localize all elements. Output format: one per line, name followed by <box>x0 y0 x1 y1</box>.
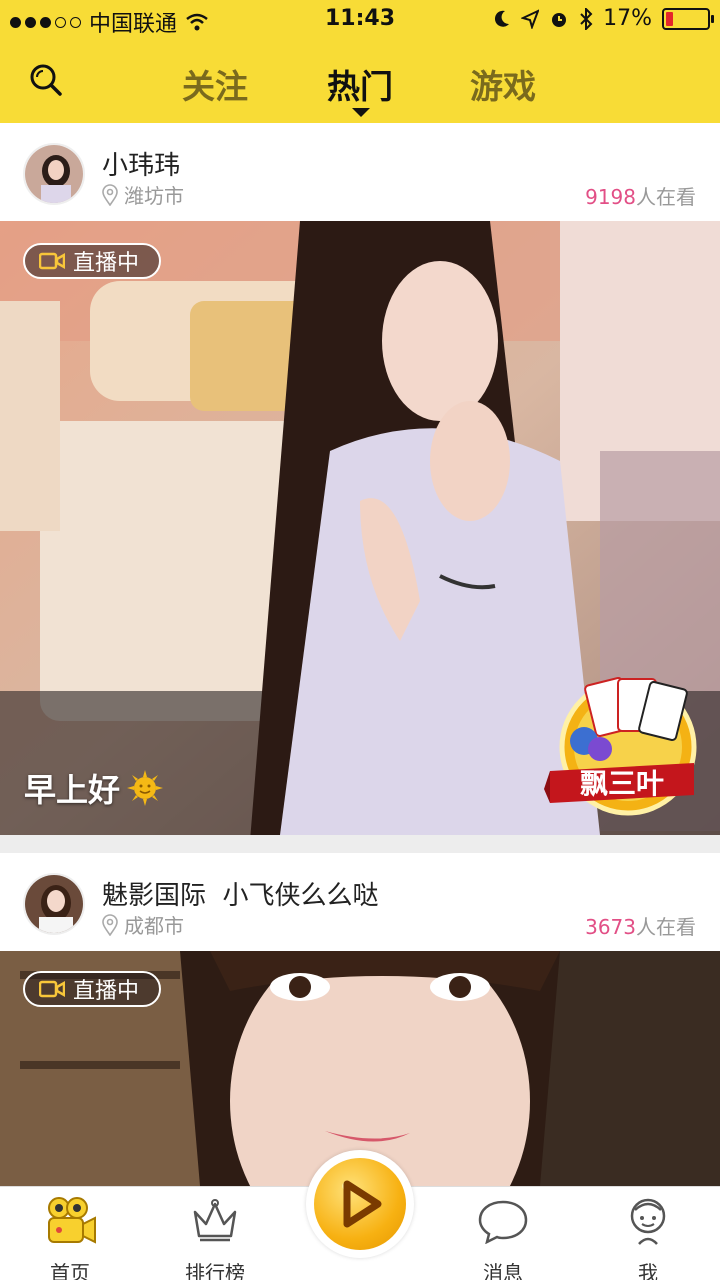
start-live-button[interactable] <box>306 1150 414 1258</box>
location-text: 成都市 <box>124 914 184 938</box>
viewer-count: 3673人在看 <box>585 911 696 940</box>
viewer-suffix: 人在看 <box>636 915 696 939</box>
game-badge-label: 飘三叶 <box>580 767 664 800</box>
location-text: 潍坊市 <box>124 184 184 208</box>
live-card[interactable]: 魅影国际 小飞侠么么哒 成都市 3673人在看 直播中 <box>0 853 720 1186</box>
tab-messages-label: 消息 <box>483 1261 523 1280</box>
top-bar: 中国联通 11:43 17% 关注 热门 游戏 <box>0 0 720 123</box>
game-badge[interactable]: 飘三叶 <box>544 671 704 821</box>
live-card[interactable]: 小玮玮 潍坊市 9198人在看 直播中 早上好 飘三叶 <box>0 123 720 835</box>
card-game-icon: 飘三叶 <box>544 677 697 816</box>
avatar[interactable] <box>23 873 85 935</box>
tab-ranking-label: 排行榜 <box>185 1261 245 1280</box>
alarm-icon <box>552 12 567 27</box>
video-camera-icon <box>39 980 65 998</box>
location-arrow-icon <box>521 8 540 29</box>
avatar[interactable] <box>23 143 85 205</box>
viewer-count: 9198人在看 <box>585 181 696 210</box>
tab-me[interactable]: 我 <box>588 1195 708 1280</box>
card-header: 魅影国际 小飞侠么么哒 成都市 3673人在看 <box>0 853 720 951</box>
tab-follow[interactable]: 关注 <box>160 60 270 108</box>
tab-ranking[interactable]: 排行榜 <box>155 1195 275 1280</box>
stream-caption: 早上好 <box>24 765 164 811</box>
status-bar: 中国联通 11:43 17% <box>0 0 720 40</box>
tab-home-label: 首页 <box>50 1261 90 1280</box>
sun-emoji-icon <box>127 770 164 806</box>
tab-me-label: 我 <box>638 1261 658 1280</box>
live-status-badge: 直播中 <box>23 971 162 1007</box>
viewer-number: 3673 <box>585 915 636 939</box>
stream-thumbnail[interactable]: 直播中 早上好 飘三叶 <box>0 221 720 835</box>
tab-messages[interactable]: 消息 <box>443 1195 563 1280</box>
location: 潍坊市 <box>102 180 184 209</box>
caption-text: 早上好 <box>24 771 121 809</box>
card-header: 小玮玮 潍坊市 9198人在看 <box>0 123 720 221</box>
top-nav: 关注 热门 游戏 <box>0 40 720 123</box>
location-pin-icon <box>102 183 118 206</box>
streamer-name[interactable]: 小玮玮 <box>102 145 180 182</box>
live-label: 直播中 <box>73 251 140 276</box>
tab-games[interactable]: 游戏 <box>448 60 558 108</box>
viewer-suffix: 人在看 <box>636 185 696 209</box>
live-status-badge: 直播中 <box>23 243 162 279</box>
camera-icon <box>48 1197 96 1244</box>
video-camera-icon <box>39 252 65 270</box>
person-icon <box>630 1198 666 1245</box>
active-tab-indicator <box>352 108 370 117</box>
tab-hot[interactable]: 热门 <box>305 60 415 108</box>
battery-level <box>666 11 673 26</box>
crown-icon <box>193 1199 237 1242</box>
battery-icon <box>662 7 714 30</box>
moon-icon <box>495 10 510 27</box>
tab-home[interactable]: 首页 <box>10 1195 130 1280</box>
battery-percent: 17% <box>603 6 652 31</box>
play-icon <box>342 1180 382 1228</box>
viewer-number: 9198 <box>585 185 636 209</box>
live-label: 直播中 <box>73 979 140 1004</box>
location: 成都市 <box>102 910 184 939</box>
bluetooth-icon <box>580 7 593 30</box>
chat-icon <box>478 1200 528 1244</box>
streamer-name[interactable]: 魅影国际 小飞侠么么哒 <box>102 875 379 912</box>
location-pin-icon <box>102 913 118 936</box>
search-icon[interactable] <box>28 62 64 98</box>
